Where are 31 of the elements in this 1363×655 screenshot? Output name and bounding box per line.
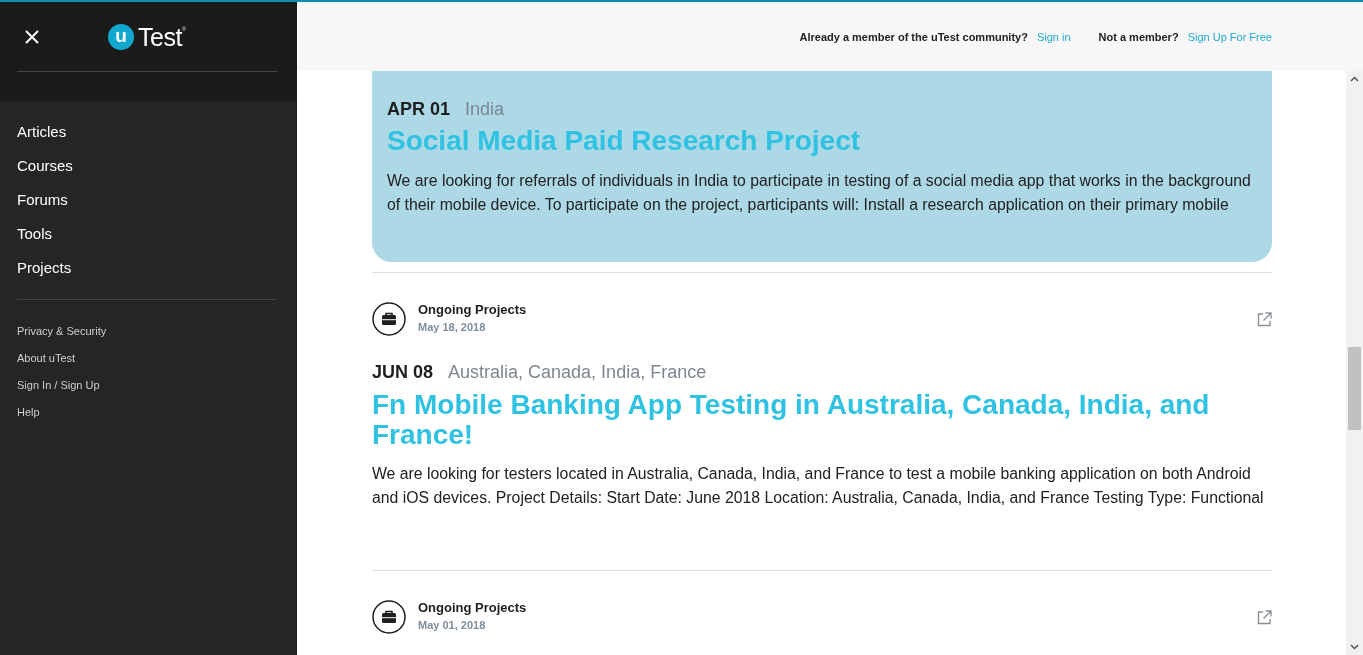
posted-date: May 01, 2018 [418,618,486,633]
event-location: Australia, Canada, India, France [448,361,707,384]
footer-link[interactable]: Sign In / Sign Up [17,372,100,399]
member-prompt: Already a member of the uTest community? [799,30,1028,43]
project-description: We are looking for testers located in Australia, Canada, India, and France to test a mobile banking application on both Android and iOS devices. Project Details: Start Date: June 2018 Location: Australia, Canada, India, and France Testing Type: Functional [372,464,1265,508]
event-date: APR 01 [387,98,451,121]
briefcase-icon [372,600,406,634]
close-button[interactable] [24,28,40,45]
nav-link[interactable]: Articles [17,115,67,149]
nav-link[interactable]: Tools [17,217,53,251]
close-icon [25,29,39,44]
event-date: JUN 08 [372,361,434,384]
footer-link[interactable]: About uTest [17,345,76,372]
nav-link[interactable]: Courses [17,149,73,183]
featured-card[interactable] [372,71,1272,262]
scrollbar[interactable] [1346,71,1363,655]
project-description: We are looking for referrals of individuals in India to participate in testing of a social media app that works in the background of their mobile device. To participate on the project, participants will: Install a research application on their primary mobile [387,171,1252,215]
footer-link[interactable]: Help [17,399,40,426]
external-link-icon[interactable] [1257,609,1272,625]
event-location: India [465,98,505,121]
posted-date: May 18, 2018 [418,320,486,335]
nav-link[interactable]: Projects [17,251,72,285]
nav-link[interactable]: Forums [17,183,68,217]
briefcase-icon [372,302,406,336]
category-label: Ongoing Projects [418,600,527,616]
non-member-prompt: Not a member? [1098,30,1179,43]
footer-link[interactable]: Privacy & Security [17,318,107,345]
category-label: Ongoing Projects [418,302,527,318]
scrollbar-thumb[interactable] [1348,347,1361,430]
external-link-icon[interactable] [1257,311,1272,327]
logo-text[interactable]: Test [138,22,182,51]
